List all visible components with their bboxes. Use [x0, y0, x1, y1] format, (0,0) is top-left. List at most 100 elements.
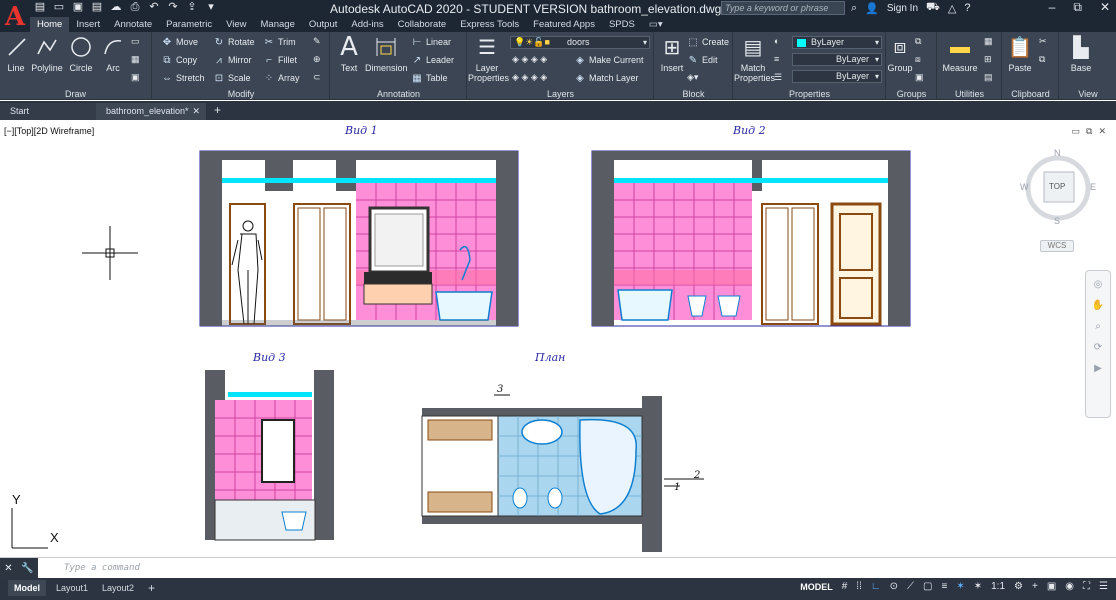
tab-layout2[interactable]: Layout2: [96, 580, 140, 596]
annotation-scale[interactable]: 1:1: [991, 581, 1005, 592]
measure-button[interactable]: ▬ Measure: [940, 34, 980, 74]
layer-tools-row2[interactable]: ◈ ◈ ◈ ◈: [512, 72, 547, 83]
paste-button[interactable]: 📋 Paste: [1005, 34, 1035, 74]
sign-in-link[interactable]: Sign In: [887, 3, 918, 14]
clipboard-panel-title[interactable]: Clipboard: [1003, 89, 1058, 99]
base-button[interactable]: ▙ Base: [1064, 34, 1098, 74]
plot-icon[interactable]: ⎙: [129, 1, 141, 14]
pan-icon[interactable]: ✋: [1086, 300, 1110, 311]
hatch-icon[interactable]: ▦: [131, 54, 140, 65]
offset-icon[interactable]: ⊂: [313, 72, 321, 83]
layers-panel-title[interactable]: Layers: [468, 89, 653, 99]
grid-icon[interactable]: #: [842, 581, 848, 592]
viewcube[interactable]: N S E W TOP: [1018, 148, 1098, 228]
erase-icon[interactable]: ✎: [313, 36, 321, 47]
restore-icon[interactable]: ⧉: [1073, 0, 1082, 15]
lineweight-dropdown[interactable]: ByLayer ▾: [792, 70, 882, 83]
close-tab-icon[interactable]: ✕: [192, 103, 200, 120]
copy-button[interactable]: ⧉ Copy: [161, 54, 197, 66]
user-icon[interactable]: 👤: [865, 2, 879, 15]
viewport-controls-label[interactable]: [−][Top][2D Wireframe]: [4, 126, 94, 136]
viewport-restore-icon[interactable]: ⧉: [1086, 126, 1092, 137]
color-dropdown[interactable]: ByLayer ▾: [792, 36, 882, 49]
cut-icon[interactable]: ✂: [1039, 36, 1047, 47]
table-button[interactable]: ▦ Table: [411, 72, 447, 84]
fillet-button[interactable]: ⌐ Fillet: [263, 54, 297, 66]
calculator-icon[interactable]: ▤: [984, 72, 993, 83]
binoculars-icon[interactable]: ⌕: [851, 2, 857, 15]
leader-button[interactable]: ↗ Leader: [411, 54, 454, 66]
open-icon[interactable]: ▭: [53, 1, 65, 14]
stretch-button[interactable]: ⇔ Stretch: [161, 72, 205, 84]
customize-command-icon[interactable]: 🔧: [21, 563, 33, 574]
tab-express-tools[interactable]: Express Tools: [453, 17, 526, 32]
match-layer-button[interactable]: ◈ Match Layer: [574, 72, 638, 84]
polar-icon[interactable]: ⊙: [890, 581, 898, 592]
fullscreen-icon[interactable]: ⛶: [1083, 581, 1090, 592]
drawing-canvas[interactable]: Вид 1 Вид 2 Вид 3 План 3 2 1 Y X: [0, 120, 1116, 557]
utilities-panel-title[interactable]: Utilities: [938, 89, 1001, 99]
autocad-logo-icon[interactable]: A: [0, 0, 30, 34]
compass-north[interactable]: N: [1054, 148, 1061, 158]
autoscale-icon[interactable]: ✶: [974, 581, 982, 592]
isodraft-icon[interactable]: ⟋: [907, 581, 914, 592]
edit-block-button[interactable]: ✎ Edit: [687, 54, 718, 66]
zoom-extents-icon[interactable]: ⌕: [1086, 321, 1110, 332]
layer-properties-button[interactable]: ☰ Layer Properties: [468, 34, 509, 84]
tab-model[interactable]: Model: [8, 580, 46, 596]
compass-south[interactable]: S: [1054, 216, 1060, 226]
explode-icon[interactable]: ⊕: [313, 54, 321, 65]
viewport-close-icon[interactable]: ✕: [1098, 126, 1106, 137]
move-button[interactable]: ✥ Move: [161, 36, 198, 48]
model-space-toggle[interactable]: MODEL: [800, 582, 833, 592]
tab-start[interactable]: Start: [0, 103, 96, 120]
tab-manage[interactable]: Manage: [254, 17, 302, 32]
layer-tools-row1[interactable]: ◈ ◈ ◈ ◈: [512, 54, 547, 65]
properties-panel-title[interactable]: Properties: [734, 89, 885, 99]
polyline-button[interactable]: Polyline: [30, 34, 64, 73]
draw-panel-title[interactable]: Draw: [0, 89, 151, 99]
viewport-minimize-icon[interactable]: ▭: [1072, 126, 1081, 137]
group-button[interactable]: ⧈ Group: [887, 34, 913, 74]
dimension-button[interactable]: Dimension: [365, 34, 408, 73]
insert-button[interactable]: ⊞ Insert: [657, 34, 687, 74]
annotation-panel-title[interactable]: Annotation: [331, 89, 466, 99]
osnap-icon[interactable]: ▢: [923, 581, 932, 592]
customize-qat-icon[interactable]: ▾: [205, 1, 217, 14]
linetype-icon[interactable]: ≡: [774, 54, 779, 64]
mirror-button[interactable]: ⩘ Mirror: [213, 54, 251, 66]
new-icon[interactable]: ▤: [34, 1, 46, 14]
plus-icon[interactable]: +: [1032, 581, 1038, 592]
showmotion-icon[interactable]: ▶: [1086, 363, 1110, 374]
copy-clip-icon[interactable]: ⧉: [1039, 54, 1045, 65]
tab-output[interactable]: Output: [302, 17, 345, 32]
linear-button[interactable]: ⊢ Linear: [411, 36, 451, 48]
viewcube-top-face[interactable]: TOP: [1049, 182, 1065, 191]
arc-button[interactable]: Arc: [100, 34, 126, 73]
tab-insert[interactable]: Insert: [69, 17, 107, 32]
tab-parametric[interactable]: Parametric: [159, 17, 219, 32]
new-tab-icon[interactable]: +: [214, 103, 221, 117]
help-icon[interactable]: ?: [964, 2, 970, 14]
save-as-icon[interactable]: ▤: [91, 1, 103, 14]
rectangle-icon[interactable]: ▭: [131, 36, 140, 47]
group-select-icon[interactable]: ▣: [915, 72, 924, 83]
circle-button[interactable]: Circle: [66, 34, 96, 73]
trim-button[interactable]: ✂ Trim: [263, 36, 296, 48]
tab-layout1[interactable]: Layout1: [50, 580, 94, 596]
minimize-icon[interactable]: –: [1049, 0, 1056, 15]
color-wheel-icon[interactable]: ◐: [774, 36, 779, 46]
modify-panel-title[interactable]: Modify: [153, 89, 329, 99]
tab-collaborate[interactable]: Collaborate: [391, 17, 454, 32]
tab-view[interactable]: View: [219, 17, 253, 32]
array-button[interactable]: ⁘ Array: [263, 72, 300, 84]
groups-panel-title[interactable]: Groups: [887, 89, 936, 99]
view-panel-title[interactable]: View: [1060, 89, 1116, 99]
command-input[interactable]: Type a command: [42, 561, 1112, 576]
tab-featured-apps[interactable]: Featured Apps: [526, 17, 602, 32]
orbit-icon[interactable]: ⟳: [1086, 342, 1110, 353]
snap-icon[interactable]: ⁞⁞: [856, 581, 862, 592]
linetype-dropdown[interactable]: ByLayer ▾: [792, 53, 882, 66]
ribbon-toggle-icon[interactable]: ▭▾: [642, 17, 670, 32]
create-block-button[interactable]: ⬚ Create: [687, 36, 729, 48]
